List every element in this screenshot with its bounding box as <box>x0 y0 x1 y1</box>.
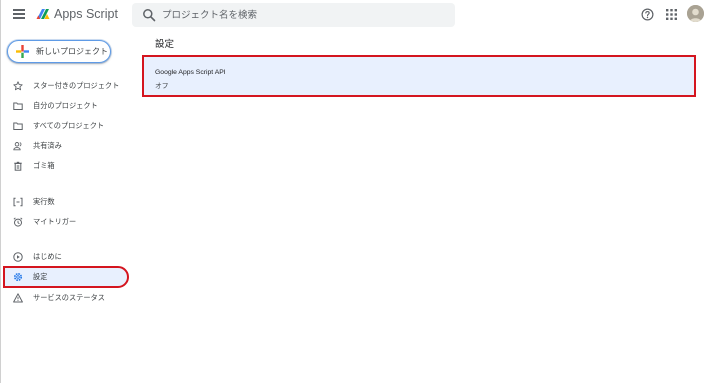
app-title[interactable]: Apps Script <box>54 7 118 21</box>
sidebar-item-label: ゴミ箱 <box>33 161 55 170</box>
people-icon <box>13 142 22 151</box>
main-menu-icon[interactable] <box>13 9 25 19</box>
top-bar: Apps Script <box>1 0 710 30</box>
trash-icon <box>14 161 22 171</box>
sidebar-item-label: マイトリガー <box>33 217 77 226</box>
gear-icon <box>13 272 23 282</box>
new-project-button[interactable]: 新しいプロジェクト <box>7 40 111 63</box>
warning-icon <box>13 293 23 303</box>
sidebar-item-getting-started[interactable]: はじめに <box>5 248 127 266</box>
apps-script-logo-icon <box>36 9 50 19</box>
sidebar-item-all-projects[interactable]: すべてのプロジェクト <box>5 117 127 135</box>
sidebar-item-shared[interactable]: 共有済み <box>5 137 127 155</box>
sidebar-item-trash[interactable]: ゴミ箱 <box>5 157 127 175</box>
sidebar-item-label: 共有済み <box>33 141 62 150</box>
apps-grid-icon[interactable] <box>666 9 677 20</box>
setting-name: Google Apps Script API <box>155 69 226 76</box>
alarm-icon <box>13 217 23 227</box>
avatar-person-icon <box>687 5 704 22</box>
sidebar-item-settings[interactable]: 設定 <box>3 266 129 288</box>
plus-icon <box>16 45 29 58</box>
folder-icon <box>13 122 23 130</box>
sidebar-item-label: 設定 <box>33 272 48 281</box>
sidebar-item-my-triggers[interactable]: マイトリガー <box>5 213 127 231</box>
sidebar-item-starred[interactable]: スター付きのプロジェクト <box>5 77 127 95</box>
sidebar-item-label: スター付きのプロジェクト <box>33 81 120 90</box>
sidebar-item-service-status[interactable]: サービスのステータス <box>5 289 127 307</box>
star-icon <box>13 81 23 91</box>
sidebar-item-label: 自分のプロジェクト <box>33 101 98 110</box>
new-project-label: 新しいプロジェクト <box>36 47 108 56</box>
sidebar-item-label: 実行数 <box>33 197 55 206</box>
account-avatar[interactable] <box>687 5 704 22</box>
apps-script-settings-page: Apps Script プロジェクト名を検索 新しいプロジェクト スター付きのプ… <box>0 0 710 383</box>
search-box[interactable] <box>132 3 455 27</box>
play-circle-icon <box>13 252 23 262</box>
sidebar-item-executions[interactable]: 実行数 <box>5 193 127 211</box>
sidebar-item-my-projects[interactable]: 自分のプロジェクト <box>5 97 127 115</box>
setting-google-apps-script-api[interactable]: Google Apps Script API オフ <box>142 55 696 97</box>
help-icon[interactable] <box>641 8 654 21</box>
sidebar-item-label: すべてのプロジェクト <box>33 121 105 130</box>
folder-icon <box>13 102 23 110</box>
sidebar-item-label: はじめに <box>33 252 62 261</box>
setting-value: オフ <box>155 82 169 90</box>
search-icon[interactable] <box>142 8 156 22</box>
sidebar-item-label: サービスのステータス <box>33 293 105 302</box>
page-title: 設定 <box>155 39 175 50</box>
executions-icon <box>13 197 23 207</box>
search-input[interactable] <box>162 6 447 24</box>
